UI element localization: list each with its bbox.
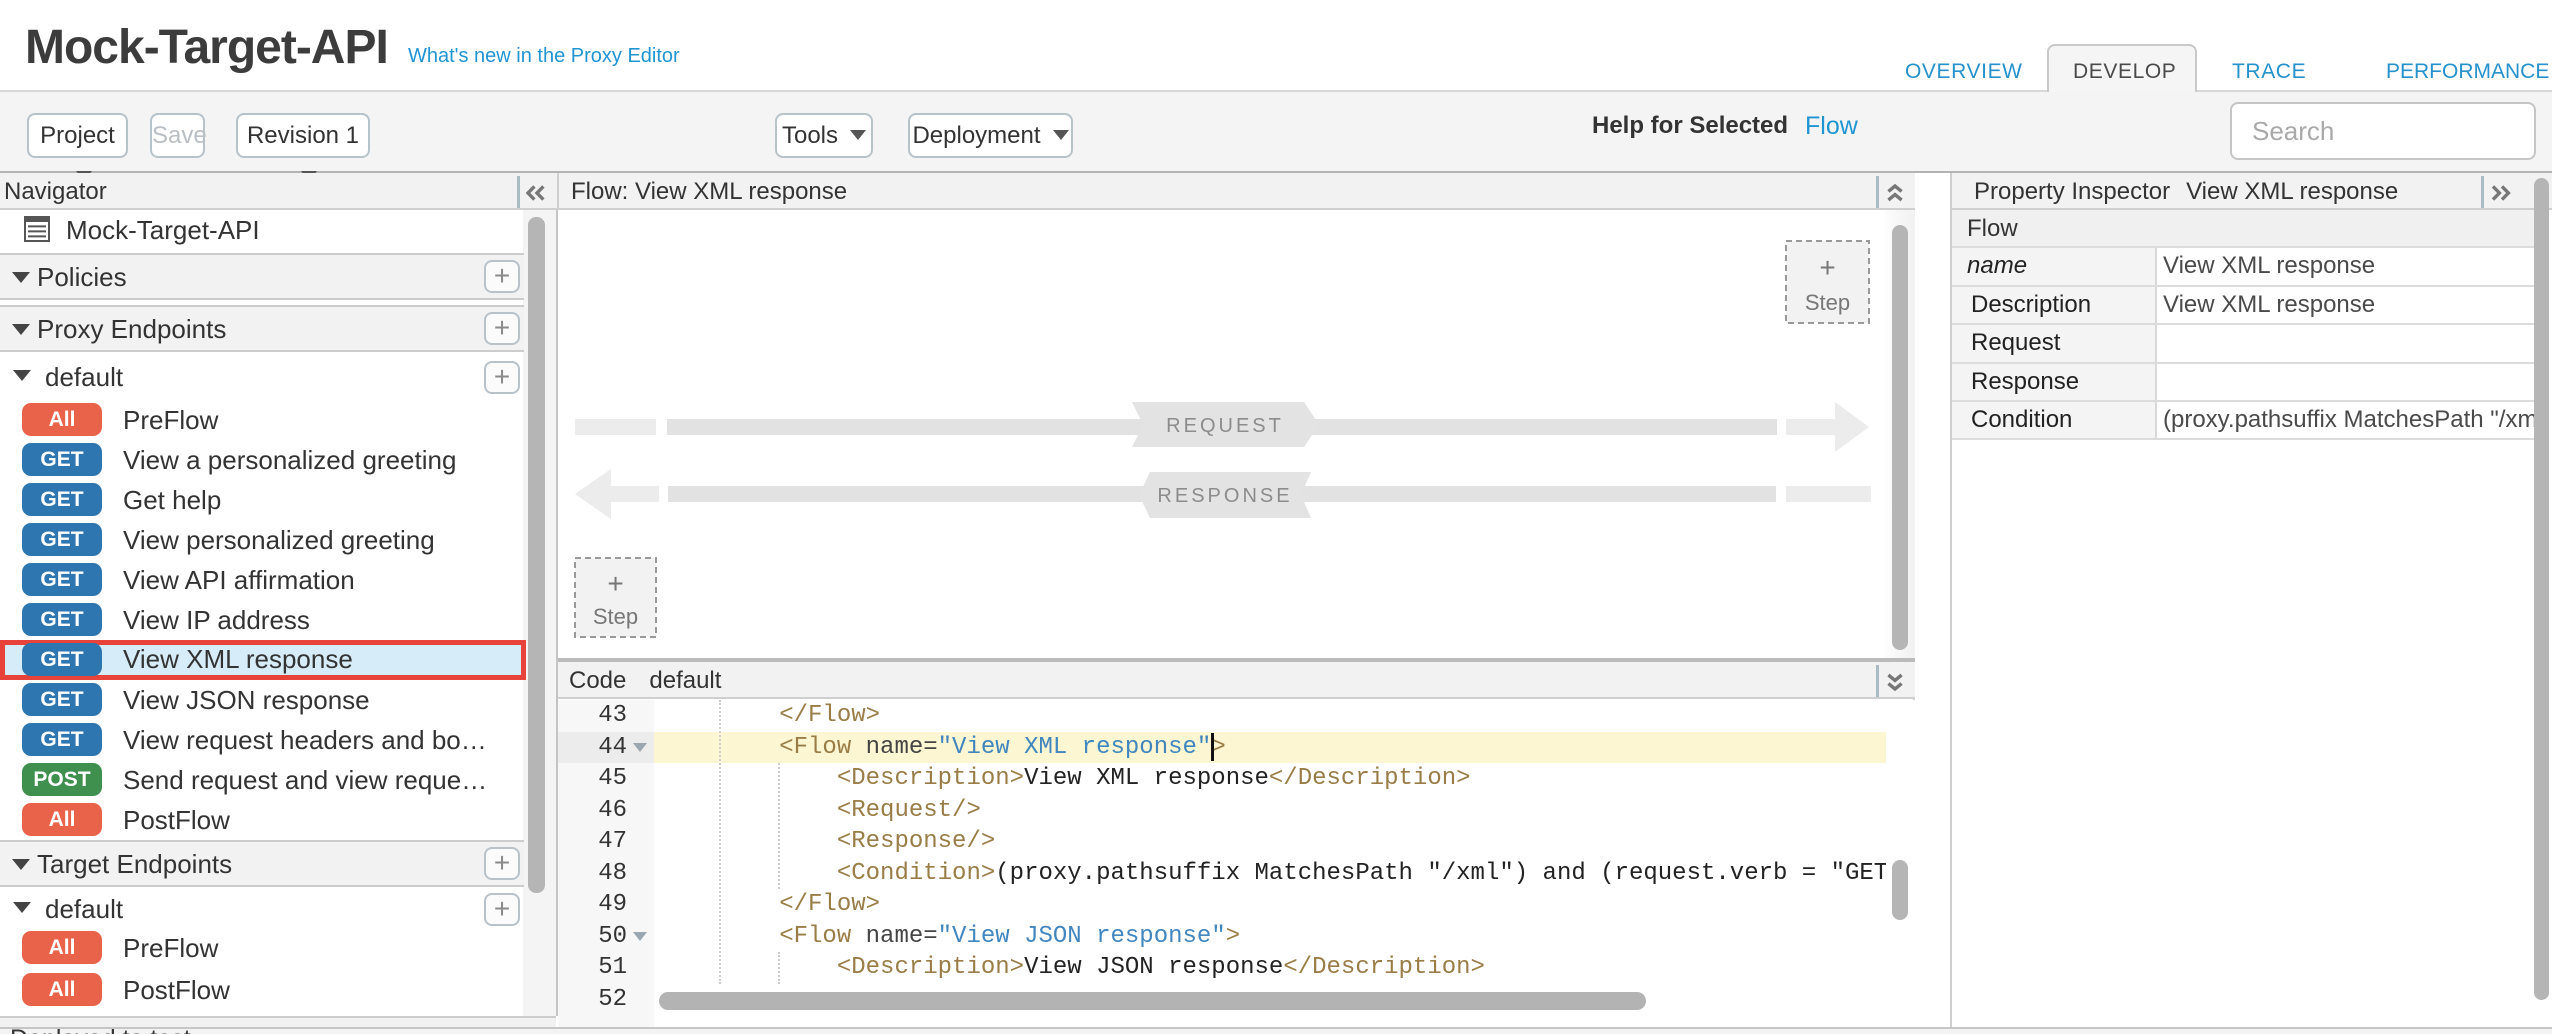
- svg-text:Step: Step: [593, 604, 638, 629]
- svg-text:Step: Step: [1805, 290, 1850, 315]
- svg-text:REQUEST: REQUEST: [1166, 415, 1284, 437]
- svg-text:+: +: [1819, 252, 1835, 283]
- svg-text:RESPONSE: RESPONSE: [1157, 485, 1292, 507]
- svg-text:+: +: [607, 568, 623, 599]
